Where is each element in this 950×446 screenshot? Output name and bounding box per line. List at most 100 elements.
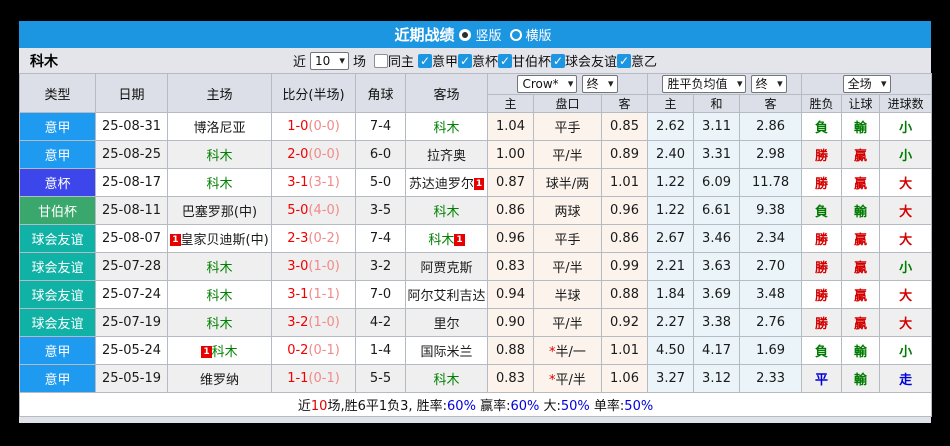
layout-radio-竖版[interactable] <box>459 28 472 41</box>
cell-avg-away: 11.78 <box>739 168 803 197</box>
cell-league-type: 球会友谊 <box>19 252 96 281</box>
filter-checkbox-甘伯杯[interactable] <box>498 53 513 68</box>
bottom-strip <box>19 417 931 423</box>
cell-result-goals: 小 <box>879 336 933 365</box>
cell-corners: 7-4 <box>355 224 406 253</box>
cell-result-wdl: 勝 <box>801 280 843 309</box>
cell-result-handicap: 贏 <box>841 140 881 169</box>
cell-avg-home: 1.22 <box>647 196 695 225</box>
cell-odds-away: 1.06 <box>600 364 649 393</box>
cell-result-handicap: 贏 <box>841 252 881 281</box>
halftime-score: (3-1) <box>308 175 340 190</box>
odds-source-select[interactable]: Crow* <box>518 76 577 92</box>
league-filter-group: 同主 意甲意杯甘伯杯球会友谊意乙 <box>373 51 657 70</box>
cell-corners: 5-5 <box>355 364 406 393</box>
halftime-score: (1-1) <box>308 287 340 302</box>
red-card-badge: 1 <box>473 178 485 190</box>
cell-avg-draw: 3.46 <box>693 224 741 253</box>
cell-avg-home: 2.21 <box>647 252 695 281</box>
cell-result-handicap: 輸 <box>841 364 881 393</box>
filter-checkbox-同主[interactable] <box>373 53 388 68</box>
filter-checkbox-意乙[interactable] <box>617 53 632 68</box>
cell-home-team: 1 科木 <box>167 336 272 365</box>
halftime-score: (1-0) <box>308 259 340 274</box>
cell-league-type: 球会友谊 <box>19 224 96 253</box>
team-label: 阿贾克斯 <box>420 261 473 276</box>
filter-checkbox-意杯[interactable] <box>458 53 472 68</box>
cell-odds-home: 1.00 <box>487 140 534 169</box>
title-bar: 近期战绩 竖版 横版 <box>19 21 931 48</box>
cell-score: 3-1(3-1) <box>271 168 356 197</box>
summary-segment: 50% <box>560 399 590 414</box>
red-card-badge: 1 <box>454 234 465 246</box>
cell-odds-line: 平/半 <box>533 252 602 281</box>
cell-home-team: 维罗纳 <box>167 364 272 393</box>
col-header-avg-draw: 和 <box>693 94 741 113</box>
col-header-corners: 角球 <box>355 73 406 113</box>
cell-league-type: 球会友谊 <box>19 308 96 337</box>
cell-avg-away: 2.86 <box>739 112 803 141</box>
summary-segment: 大: <box>539 399 561 414</box>
table-row: 球会友谊 25-08-07 1 皇家贝迪斯(中) 2-3(0-2) 7-4 科木 1 0.96 平… <box>19 224 933 253</box>
cell-avg-away: 2.76 <box>739 308 803 337</box>
filter-checkbox-label: 意乙 <box>631 55 658 70</box>
col-header-avg-home: 主 <box>647 94 695 113</box>
cell-date: 25-07-19 <box>95 308 168 337</box>
cell-avg-draw: 6.61 <box>693 196 741 225</box>
filter-item: 意乙 <box>617 51 657 70</box>
cell-odds-away: 0.86 <box>600 224 649 253</box>
summary-segment: 60% <box>510 399 540 414</box>
near-label: 近 <box>292 55 306 70</box>
summary-segment: 近 <box>297 399 311 414</box>
filter-checkbox-意甲[interactable] <box>417 53 432 68</box>
team-label: 科木 <box>428 233 455 248</box>
scope-group-header: 全场 <box>801 73 933 95</box>
filter-checkbox-label: 意杯 <box>472 55 499 70</box>
summary-segment: 赢率: <box>475 399 511 414</box>
scope-select-wrap: 全场 <box>842 75 891 93</box>
scope-select[interactable]: 全场 <box>843 76 890 92</box>
avg-source-select[interactable]: 胜平负均值 <box>663 76 746 92</box>
summary-segment: 60% <box>447 399 476 414</box>
cell-league-type: 意杯 <box>19 168 96 197</box>
filter-item: 甘伯杯 <box>498 51 551 70</box>
summary-segment: 场,胜6平1负3, 胜率: <box>327 399 448 414</box>
table-row: 球会友谊 25-07-28 科木 3-0(1-0) 3-2 阿贾克斯 0.83 平/半 0.99… <box>19 252 933 281</box>
odds-final-select-wrap: 终 <box>581 75 618 93</box>
filter-checkbox-球会友谊[interactable] <box>551 53 566 68</box>
cell-date: 25-07-28 <box>95 252 168 281</box>
cell-odds-line: *平/半 <box>533 364 602 393</box>
team-name: 科木 <box>30 53 58 70</box>
fulltime-score: 3-2 <box>287 315 309 330</box>
cell-corners: 3-2 <box>355 252 406 281</box>
cell-odds-home: 0.96 <box>487 224 534 253</box>
match-count-select-wrap: 10 <box>309 51 349 70</box>
col-header-result-goals: 进球数 <box>879 94 933 113</box>
cell-avg-away: 2.33 <box>739 364 803 393</box>
cell-result-goals: 走 <box>879 364 933 393</box>
cell-league-type: 甘伯杯 <box>19 196 96 225</box>
match-count-select[interactable]: 10 <box>310 52 348 69</box>
cell-score: 5-0(4-0) <box>271 196 356 225</box>
cell-away-team: 阿贾克斯 <box>405 252 488 281</box>
team-label: 阿尔艾利吉达 <box>407 289 486 304</box>
cell-corners: 7-0 <box>355 280 406 309</box>
team-label: 科木 <box>206 149 233 164</box>
layout-radio-横版[interactable] <box>509 28 522 41</box>
fulltime-score: 2-3 <box>287 231 309 246</box>
halftime-score: (0-1) <box>308 343 340 358</box>
filter-item: 球会友谊 <box>551 51 617 70</box>
cell-result-goals: 大 <box>879 168 933 197</box>
cell-odds-away: 0.96 <box>600 196 649 225</box>
cell-avg-home: 4.50 <box>647 336 695 365</box>
filter-checkbox-label: 甘伯杯 <box>512 55 552 70</box>
cell-home-team: 科木 <box>167 168 272 197</box>
avg-final-select[interactable]: 终 <box>751 76 786 92</box>
cell-result-goals: 小 <box>879 252 933 281</box>
odds-final-select[interactable]: 终 <box>582 76 617 92</box>
cell-avg-away: 2.98 <box>739 140 803 169</box>
cell-avg-draw: 3.38 <box>693 308 741 337</box>
cell-odds-line: 平/半 <box>533 308 602 337</box>
table-row: 球会友谊 25-07-19 科木 3-2(1-0) 4-2 里尔 0.90 平/半 0.92 2.… <box>19 308 933 337</box>
cell-date: 25-08-07 <box>95 224 168 253</box>
